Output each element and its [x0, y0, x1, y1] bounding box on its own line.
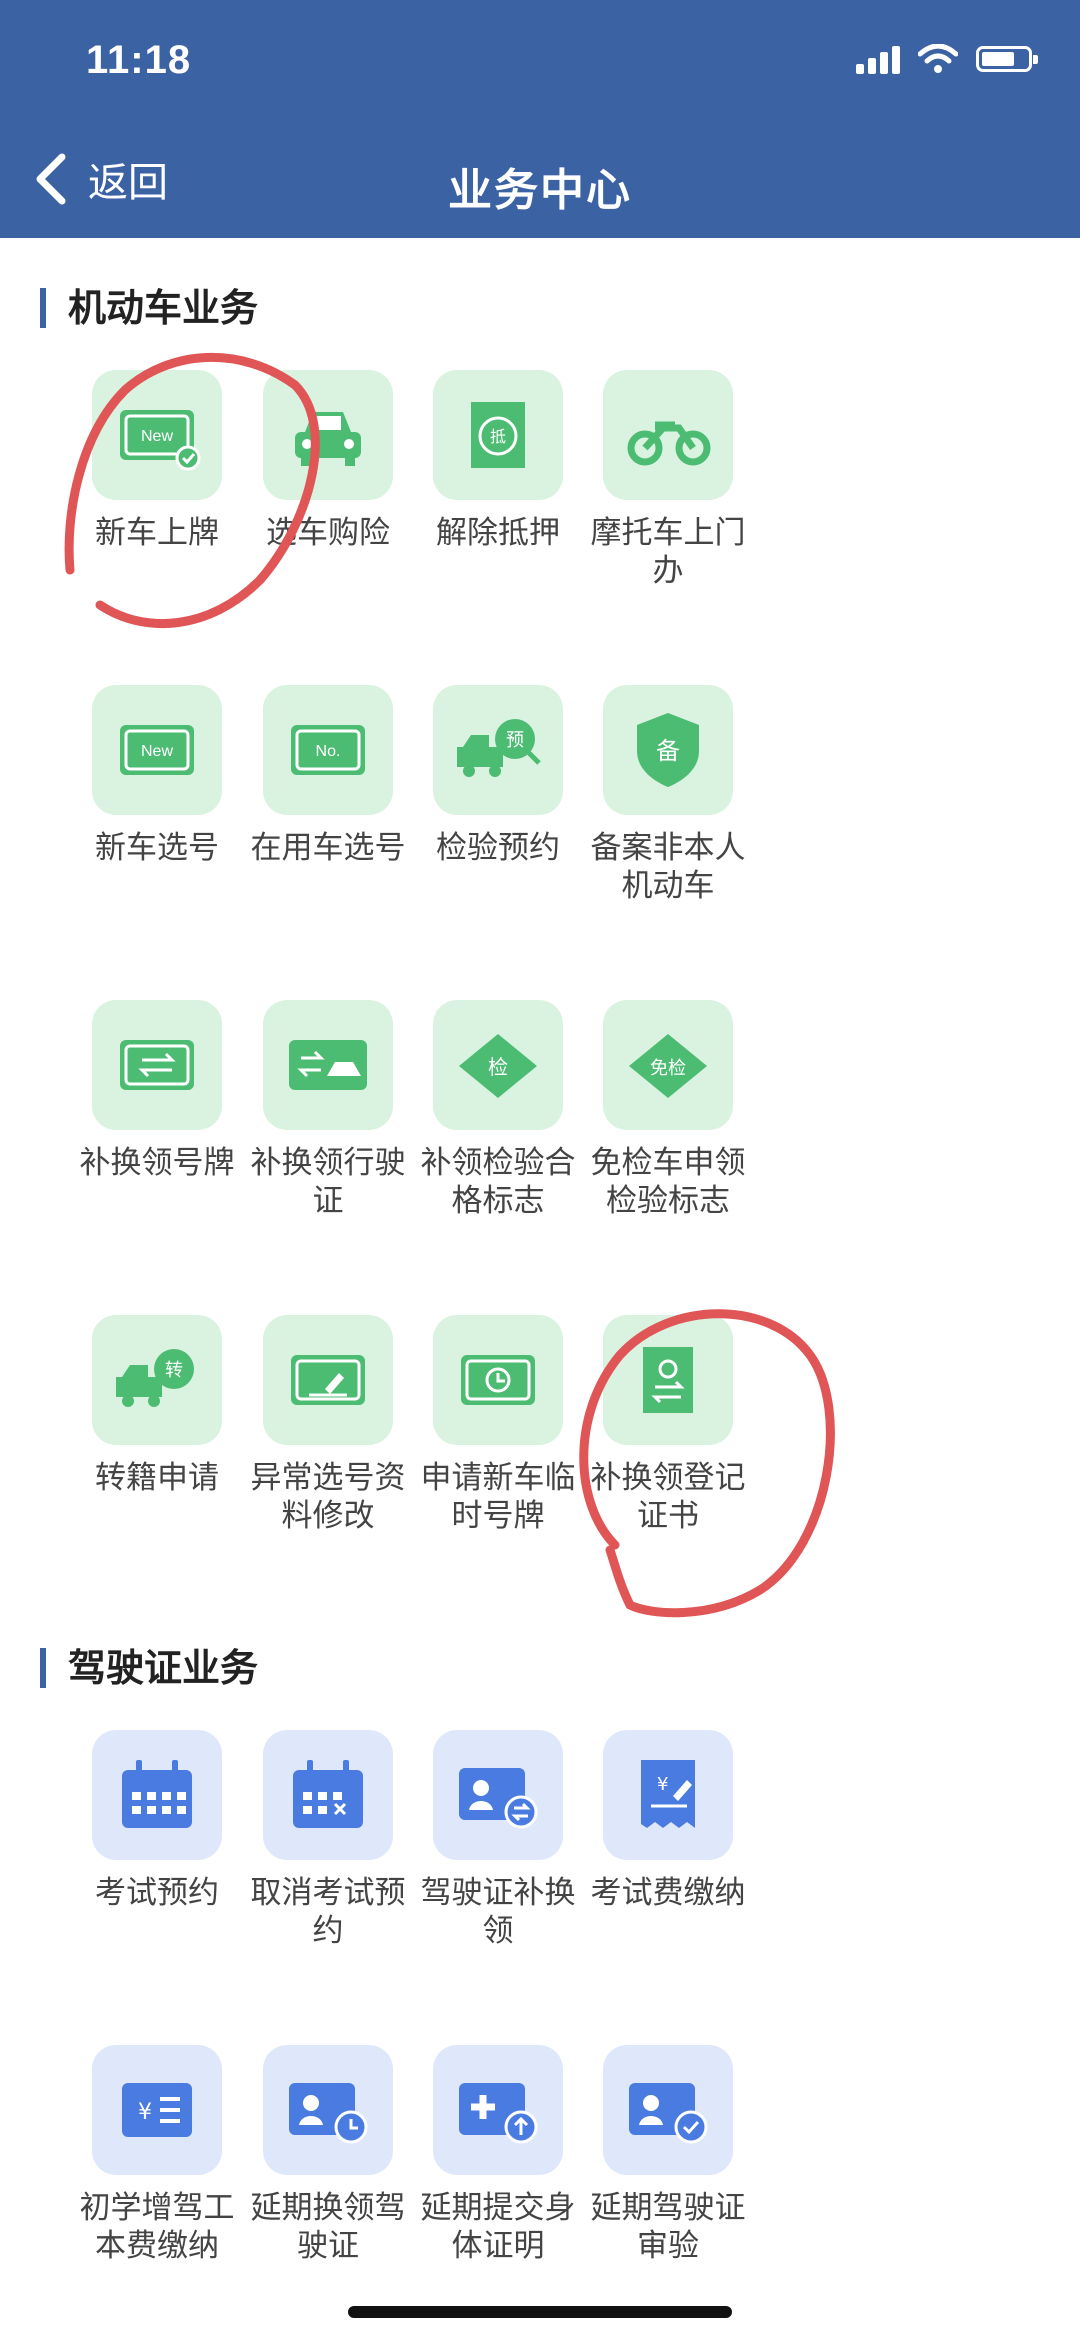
registration-book-icon: [603, 1315, 733, 1445]
svg-text:备: 备: [656, 737, 680, 765]
yuan-list-icon: ¥: [92, 2045, 222, 2175]
top-app-bar: 11:18 返回 业务中心: [0, 0, 1080, 238]
transfer-truck-icon: 转: [92, 1315, 222, 1445]
mortgage-release-icon: 抵: [433, 370, 563, 500]
section-title-vehicle: 机动车业务: [40, 288, 258, 328]
fee-receipt-icon: ¥: [603, 1730, 733, 1860]
wifi-icon: [918, 44, 958, 73]
svg-text:New: New: [141, 743, 173, 760]
battery-icon: [976, 46, 1038, 72]
truck-appointment-icon: 预: [433, 685, 563, 815]
page-title: 业务中心: [448, 165, 632, 216]
service-item[interactable]: 摩托车上门办: [553, 370, 783, 590]
svg-text:转: 转: [165, 1360, 183, 1381]
svg-text:No.: No.: [316, 743, 341, 760]
calendar-cancel-icon: [263, 1730, 393, 1860]
no-plate-icon: No.: [263, 685, 393, 815]
service-item-label: 摩托车上门办: [590, 515, 746, 589]
svg-text:New: New: [141, 428, 173, 445]
svg-text:抵: 抵: [490, 427, 506, 446]
status-icons: [856, 44, 1038, 74]
service-item-label: 考试费缴纳: [590, 1875, 746, 1911]
service-item-label: 补换领登记证书: [590, 1460, 746, 1534]
id-card-exchange-icon: [433, 1730, 563, 1860]
service-item[interactable]: 备备案非本人机动车: [553, 685, 783, 905]
medical-upload-icon: [433, 2045, 563, 2175]
service-item-label: 延期驾驶证审验: [590, 2190, 746, 2264]
svg-text:检: 检: [488, 1055, 508, 1079]
home-indicator: [348, 2306, 732, 2318]
temporary-plate-clock-icon: [433, 1315, 563, 1445]
cellular-signal-icon: [856, 44, 900, 74]
inspection-mark-icon: 检: [433, 1000, 563, 1130]
service-item[interactable]: ¥ 考试费缴纳: [553, 1730, 783, 1912]
new-plate-icon: New: [92, 685, 222, 815]
new-plate-check-icon: New: [92, 370, 222, 500]
plate-exchange-icon: [92, 1000, 222, 1130]
section-title-license: 驾驶证业务: [40, 1648, 258, 1688]
service-item[interactable]: 免检免检车申领检验标志: [553, 1000, 783, 1220]
svg-text:¥: ¥: [138, 2100, 152, 2125]
license-exchange-icon: [263, 1000, 393, 1130]
service-item[interactable]: 补换领登记证书: [553, 1315, 783, 1535]
service-item-label: 免检车申领检验标志: [590, 1145, 746, 1219]
svg-text:¥: ¥: [657, 1774, 668, 1795]
calendar-icon: [92, 1730, 222, 1860]
edit-plate-icon: [263, 1315, 393, 1445]
status-time: 11:18: [86, 38, 192, 82]
car-icon: [263, 370, 393, 500]
exempt-inspection-icon: 免检: [603, 1000, 733, 1130]
svg-text:预: 预: [506, 730, 524, 751]
id-card-clock-icon: [263, 2045, 393, 2175]
service-item-label: 备案非本人机动车: [590, 830, 746, 904]
motorcycle-icon: [603, 370, 733, 500]
svg-text:免检: 免检: [650, 1058, 686, 1079]
service-item[interactable]: 延期驾驶证审验: [553, 2045, 783, 2265]
id-card-check-icon: [603, 2045, 733, 2175]
shield-record-icon: 备: [603, 685, 733, 815]
